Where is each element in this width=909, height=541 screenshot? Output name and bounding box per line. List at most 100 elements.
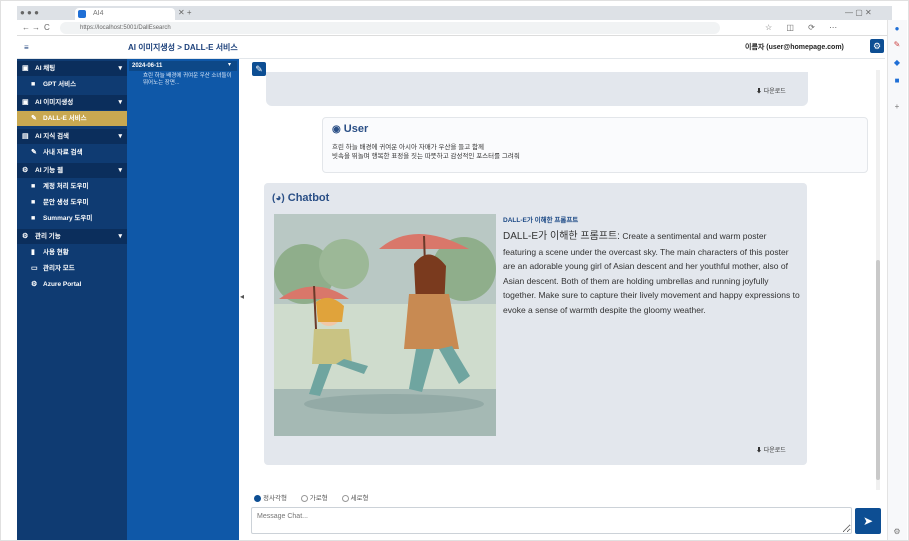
sidebar-item-label: 사용 현황 xyxy=(43,249,69,256)
sidebar-item-icon: ▮ xyxy=(31,249,35,256)
sidebar-item[interactable]: ■ Summary 도우미 xyxy=(17,211,127,226)
back-icon[interactable]: ← xyxy=(22,22,30,34)
download-label: 다운로드 xyxy=(763,448,786,454)
shape-option-square[interactable]: 정사각형 xyxy=(254,492,287,502)
sidebar-item-label: 관리 기능 xyxy=(35,233,61,240)
shape-option-label: 세로형 xyxy=(350,495,369,502)
bot-name: Chatbot xyxy=(287,192,330,204)
prompt-body: Create a sentimental and warm poster fea… xyxy=(503,231,800,315)
chevron-down-icon: ▾ xyxy=(118,65,122,72)
browser-toolbar-icons[interactable]: ☆ ◫ ⟳ ⋯ xyxy=(765,22,843,34)
sidebar-item-label: GPT 서비스 xyxy=(43,81,77,88)
radio-dot[interactable] xyxy=(300,494,308,502)
user-message-text: 흐린 하늘 배경에 귀여운 아시아 자매가 우산을 들고 함께 빗속을 뛰놀며 … xyxy=(332,143,832,161)
sidebar-item[interactable]: ▣ AI 이미지생성 ▾ xyxy=(17,95,127,110)
window-controls-icon[interactable]: ● ● ● xyxy=(20,7,39,19)
sidebar-item-label: 문안 생성 도우미 xyxy=(43,199,89,206)
sidebar-item[interactable]: ■ 문안 생성 도우미 xyxy=(17,195,127,210)
user-message-header: ◉ User xyxy=(332,123,368,135)
forward-icon[interactable]: → xyxy=(32,22,40,34)
sidebar-item-icon: ▭ xyxy=(31,265,38,272)
sidebar-item-icon: ▤ xyxy=(22,133,29,140)
settings-panel-icon[interactable]: ⚙ xyxy=(892,527,902,537)
settings-gear-button[interactable]: ⚙ xyxy=(870,39,884,53)
sidebar-item[interactable]: ▤ AI 지식 검색 ▾ xyxy=(17,129,127,144)
chevron-down-icon: ▾ xyxy=(118,233,122,240)
sidebar-item-label: Azure Portal xyxy=(43,281,82,288)
history-date-header[interactable]: 2024-06-11 xyxy=(129,61,237,71)
sidebar-item-icon: ⚙ xyxy=(22,167,29,174)
history-item[interactable]: 흐린 하늘 배경에 귀여운 우산 소녀들이 뛰어노는 장면... xyxy=(143,73,235,87)
sidebar-item[interactable]: ⚙ AI 기능 웹 ▾ xyxy=(17,163,127,178)
sidebar-item-icon: ▣ xyxy=(22,99,29,106)
previous-bot-bubble xyxy=(266,72,808,106)
sidebar-item[interactable]: ▮ 사용 현황 xyxy=(17,245,127,260)
download-button-2[interactable]: ⬇ 다운로드 xyxy=(756,445,786,454)
prompt-request-label: DALL-E가 이해한 프롬프트 xyxy=(503,217,579,224)
prompt-text: DALL-E가 이해한 프롬프트: Create a sentimental a… xyxy=(503,229,801,317)
hamburger-menu-icon[interactable]: ≡ xyxy=(24,42,29,54)
user-label: 이름자 (user@homepage.com) xyxy=(745,44,844,51)
tab-favicon-icon xyxy=(78,10,86,18)
download-button-1[interactable]: ⬇ 다운로드 xyxy=(756,86,786,95)
image-shape-options: 정사각형 가로형 세로형 xyxy=(254,492,380,502)
user-avatar-icon: ◉ xyxy=(332,124,341,135)
shape-option-label: 가로형 xyxy=(309,495,328,502)
shape-option-portrait[interactable]: 세로형 xyxy=(341,492,369,502)
sidebar-item-icon: ⚙ xyxy=(31,281,38,288)
add-panel-icon[interactable]: + xyxy=(892,102,902,112)
chevron-down-icon: ▾ xyxy=(118,133,122,140)
sidebar-item-label: AI 지식 검색 xyxy=(35,133,70,140)
sidebar-item-label: 관리자 모드 xyxy=(43,265,75,272)
outlook-icon[interactable]: ■ xyxy=(892,76,902,86)
tools-icon[interactable]: ✎ xyxy=(892,40,902,50)
sidebar-item-label: AI 기능 웹 xyxy=(35,167,64,174)
sidebar-item-label: Summary 도우미 xyxy=(43,215,93,222)
sidebar-item[interactable]: ⚙ Azure Portal xyxy=(17,277,127,292)
sidebar-item-icon: ▣ xyxy=(22,65,29,72)
sidebar-item[interactable]: ✎ 사내 자료 검색 xyxy=(17,145,127,160)
sidebar-item[interactable]: ■ 계정 처리 도우미 xyxy=(17,179,127,194)
send-button[interactable]: ➤ xyxy=(855,508,881,534)
user-message-line-1: 흐린 하늘 배경에 귀여운 아시아 자매가 우산을 들고 함께 xyxy=(332,144,484,151)
sidebar-item-label: AI 채팅 xyxy=(35,65,56,72)
generated-image-illustration xyxy=(274,214,496,436)
prompt-prefix: DALL-E가 이해한 프롬프트: xyxy=(503,231,620,242)
download-icon: ⬇ xyxy=(756,89,763,95)
shape-option-label: 정사각형 xyxy=(263,495,287,502)
sidebar-item[interactable]: ■ GPT 서비스 xyxy=(17,77,127,92)
collapse-panel-icon[interactable]: ◂ xyxy=(240,292,244,301)
radio-dot[interactable] xyxy=(341,494,349,502)
bot-message-header: (◕) Chatbot xyxy=(272,192,329,204)
sidebar-item-icon: ■ xyxy=(31,215,36,222)
copilot-icon[interactable]: ● xyxy=(892,24,902,34)
generated-image[interactable] xyxy=(274,214,496,436)
user-name: User xyxy=(343,123,369,135)
url-field[interactable]: https://localhost:5001/DallEsearch xyxy=(60,22,720,34)
sidebar-item-icon: ⚙ xyxy=(22,233,29,240)
window-buttons-icon[interactable]: — ▢ ✕ xyxy=(845,7,872,19)
sidebar-item-label: DALL-E 서비스 xyxy=(43,115,87,122)
edit-icon[interactable]: ✎ xyxy=(252,62,266,76)
sidebar-item-icon: ✎ xyxy=(31,115,37,122)
sidebar-item-icon: ■ xyxy=(31,183,36,190)
sidebar-item-icon: ■ xyxy=(31,199,36,206)
browser-tab[interactable]: AI4 xyxy=(75,8,175,20)
chat-scrollbar-thumb[interactable] xyxy=(876,260,880,480)
chevron-down-icon: ▾ xyxy=(118,167,122,174)
reload-icon[interactable]: C xyxy=(44,22,50,34)
sidebar-item[interactable]: ▣ AI 채팅 ▾ xyxy=(17,61,127,76)
radio-dot[interactable] xyxy=(254,494,261,502)
message-input[interactable] xyxy=(251,507,852,534)
sidebar-item-label: AI 이미지생성 xyxy=(35,99,74,106)
sidebar-item-label: 계정 처리 도우미 xyxy=(43,183,89,190)
chevron-down-icon: ▾ xyxy=(118,99,122,106)
sidebar-item[interactable]: ⚙ 관리 기능 ▾ xyxy=(17,229,127,244)
sidebar-item[interactable]: ✎ DALL-E 서비스 xyxy=(17,111,127,126)
breadcrumb: AI 이미지생성 > DALL-E 서비스 xyxy=(128,43,238,52)
sidebar-item[interactable]: ▭ 관리자 모드 xyxy=(17,261,127,276)
download-icon: ⬇ xyxy=(756,448,763,454)
shape-option-landscape[interactable]: 가로형 xyxy=(300,492,328,502)
history-panel xyxy=(127,59,239,541)
tab-close-icon[interactable]: ✕ + xyxy=(178,7,192,19)
